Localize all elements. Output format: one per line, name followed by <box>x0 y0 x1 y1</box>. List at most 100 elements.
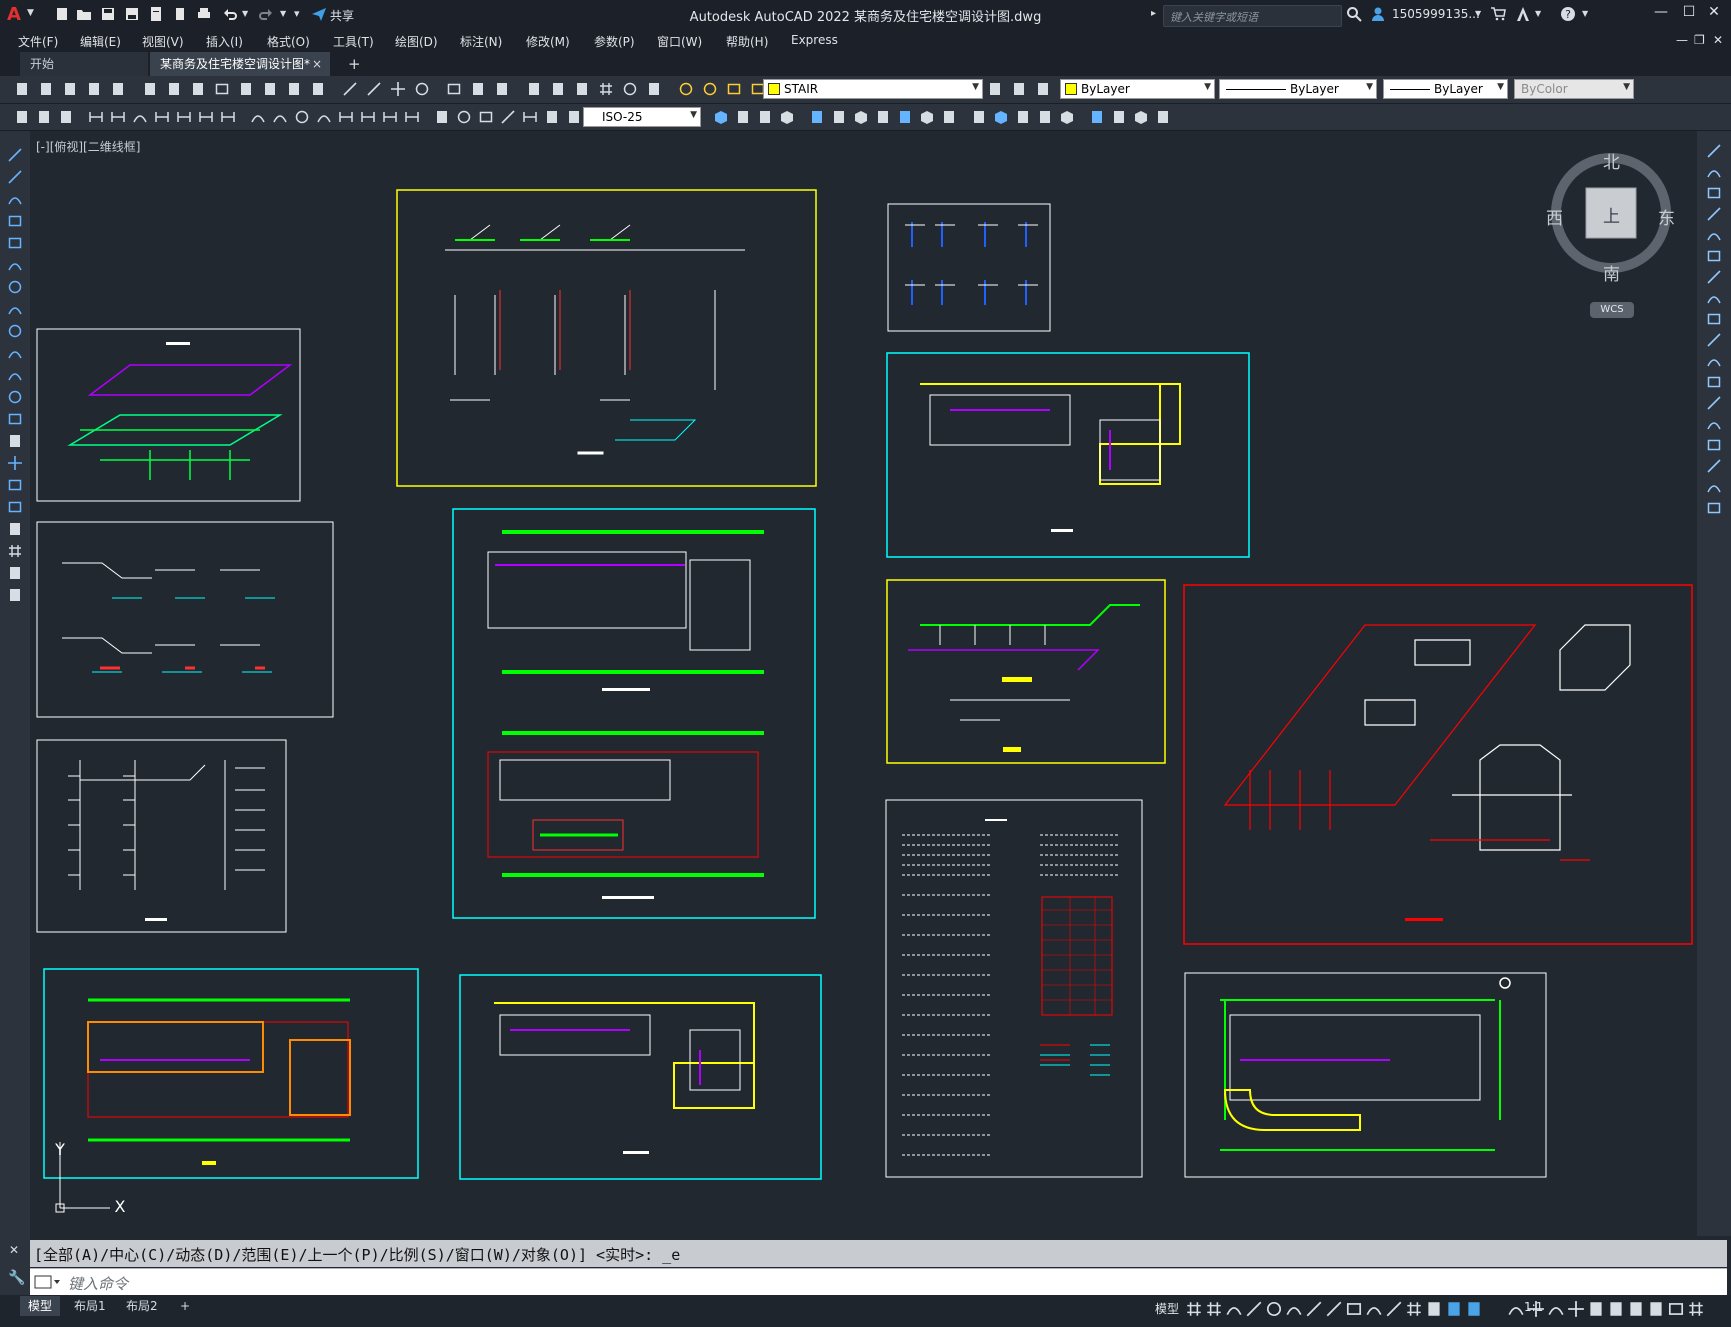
viewcube-west[interactable]: 西 <box>1546 204 1563 229</box>
object-snap-icon[interactable] <box>1345 1300 1363 1318</box>
dim-tool-9-icon[interactable] <box>198 109 214 125</box>
snap-icon[interactable] <box>1205 1300 1223 1318</box>
draw-arc-icon[interactable] <box>7 257 23 273</box>
draw-polygon-icon[interactable] <box>7 213 23 229</box>
minimize-button[interactable]: — <box>1650 4 1672 26</box>
layer-combo[interactable]: STAIR ▼ <box>763 79 983 99</box>
selection-cycling-icon[interactable] <box>1425 1300 1443 1318</box>
recent-commands-icon[interactable] <box>34 1274 62 1290</box>
close-window-button[interactable]: ✕ <box>1703 4 1725 26</box>
layer-isolate-icon[interactable] <box>1035 81 1051 97</box>
cart-icon[interactable] <box>1490 6 1506 22</box>
paste-icon[interactable] <box>238 81 254 97</box>
menu-express[interactable]: Express <box>791 33 838 47</box>
layer-on-icon[interactable] <box>726 81 742 97</box>
dim-tool-8-icon[interactable] <box>176 109 192 125</box>
draw-construction-line-icon[interactable] <box>7 169 23 185</box>
viewcube-east[interactable]: 东 <box>1658 204 1675 229</box>
block-editor-icon[interactable] <box>286 81 302 97</box>
ortho-icon[interactable] <box>1245 1300 1263 1318</box>
polar-dropdown-icon[interactable] <box>1285 1300 1303 1318</box>
tab-document[interactable]: 某商务及住宅楼空调设计图* × <box>150 52 330 76</box>
dim-tool-10-icon[interactable] <box>220 109 236 125</box>
autodesk-app-icon[interactable] <box>1515 6 1531 22</box>
menu-view[interactable]: 视图(V) <box>142 33 184 50</box>
dim-tool-21-icon[interactable] <box>478 109 494 125</box>
hardware-acceleration-icon[interactable] <box>1647 1300 1665 1318</box>
help-icon[interactable]: ? <box>1560 6 1576 22</box>
help-dropdown-icon[interactable]: ▼ <box>1582 9 1588 18</box>
pan-icon[interactable] <box>390 81 406 97</box>
modify-break-at-point-icon[interactable] <box>1706 374 1722 390</box>
workspace-icon[interactable] <box>1527 1300 1545 1318</box>
draw-spline-icon[interactable] <box>7 323 23 339</box>
draw-ellipse-icon[interactable] <box>7 345 23 361</box>
open-icon[interactable] <box>38 81 54 97</box>
modify-mirror-icon[interactable] <box>1706 185 1722 201</box>
redo-icon[interactable] <box>366 81 382 97</box>
dim-tool-4-icon[interactable] <box>88 109 104 125</box>
tab-close-icon[interactable]: × <box>312 52 322 76</box>
snap-dropdown-icon[interactable] <box>1225 1300 1243 1318</box>
draw-multiline-text-icon[interactable] <box>7 543 23 559</box>
modify-break-icon[interactable] <box>1706 395 1722 411</box>
search-icon[interactable] <box>1346 6 1362 22</box>
layout-tab-model[interactable]: 模型 <box>20 1296 61 1316</box>
command-input[interactable]: 键入命令 <box>30 1268 1727 1295</box>
dim-tool-18-icon[interactable] <box>404 109 420 125</box>
layout-tab-2[interactable]: 布局2 <box>118 1296 166 1316</box>
draw-rectangle-icon[interactable] <box>7 235 23 251</box>
layout-tab-1[interactable]: 布局1 <box>66 1296 114 1316</box>
print-icon[interactable] <box>86 81 102 97</box>
undo-icon[interactable] <box>342 81 358 97</box>
cut-icon[interactable] <box>190 81 206 97</box>
modify-blend-icon[interactable] <box>1706 479 1722 495</box>
modify-tool-14-icon[interactable] <box>1015 109 1031 125</box>
save-icon[interactable] <box>62 81 78 97</box>
modify-tool-6-icon[interactable] <box>831 109 847 125</box>
dim-tool-13-icon[interactable] <box>294 109 310 125</box>
isodraft-icon[interactable] <box>1305 1300 1323 1318</box>
plot-preview-icon[interactable] <box>110 81 126 97</box>
viewcube-south[interactable]: 南 <box>1603 260 1620 285</box>
doc-close-button[interactable]: ✕ <box>1713 33 1723 47</box>
doc-restore-button[interactable]: ❐ <box>1694 33 1705 47</box>
modify-tool-11-icon[interactable] <box>941 109 957 125</box>
new-tab-button[interactable]: + <box>348 55 361 73</box>
object-snap-tracking-icon[interactable] <box>1325 1300 1343 1318</box>
dim-tool-15-icon[interactable] <box>338 109 354 125</box>
modify-trim-icon[interactable] <box>1706 332 1722 348</box>
dim-tool-2-icon[interactable] <box>36 109 52 125</box>
modify-erase-icon[interactable] <box>1706 143 1722 159</box>
modify-tool-18-icon[interactable] <box>1111 109 1127 125</box>
publish-icon[interactable] <box>142 81 158 97</box>
dim-tool-19-icon[interactable] <box>434 109 450 125</box>
quick-calc-icon[interactable] <box>622 81 638 97</box>
tab-start[interactable]: 开始 <box>20 52 148 76</box>
quick-properties-icon[interactable] <box>1607 1300 1625 1318</box>
modify-fillet-icon[interactable] <box>1706 458 1722 474</box>
dim-tool-7-icon[interactable] <box>154 109 170 125</box>
properties-icon[interactable] <box>494 81 510 97</box>
dim-tool-12-icon[interactable] <box>272 109 288 125</box>
sheet-set-icon[interactable] <box>574 81 590 97</box>
erase-icon[interactable] <box>310 81 326 97</box>
object-snap-dropdown-icon[interactable] <box>1365 1300 1383 1318</box>
modify-tool-16-icon[interactable] <box>1059 109 1075 125</box>
menu-edit[interactable]: 编辑(E) <box>80 33 121 50</box>
draw-table-icon[interactable] <box>7 521 23 537</box>
modify-tool-9-icon[interactable] <box>897 109 913 125</box>
search-input[interactable]: 键入关键字或短语 <box>1163 5 1342 27</box>
modify-move-icon[interactable] <box>1706 248 1722 264</box>
user-dropdown-icon[interactable]: ▼ <box>1475 9 1481 18</box>
customization-icon[interactable] <box>1687 1300 1705 1318</box>
modify-rotate-icon[interactable] <box>1706 269 1722 285</box>
zoom-window-icon[interactable] <box>446 81 462 97</box>
dim-tool-16-icon[interactable] <box>360 109 376 125</box>
drawing-area[interactable]: Y X <box>32 131 1695 1236</box>
units-icon[interactable] <box>1587 1300 1605 1318</box>
command-customize-icon[interactable]: 🔧 <box>8 1270 25 1286</box>
modify-tool-2-icon[interactable] <box>735 109 751 125</box>
dim-tool-25-icon[interactable] <box>566 109 582 125</box>
modify-tool-4-icon[interactable] <box>779 109 795 125</box>
